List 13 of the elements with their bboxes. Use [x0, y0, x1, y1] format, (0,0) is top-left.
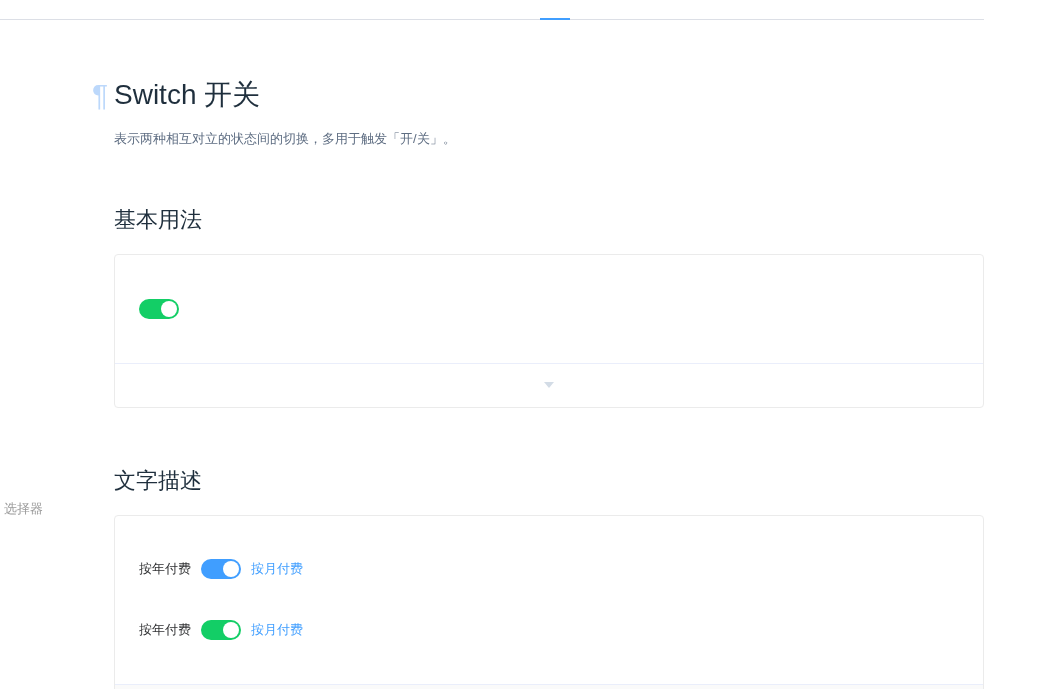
switch-label: 按年付费 [139, 560, 191, 579]
sidebar-item[interactable]: 选择器 [0, 499, 114, 519]
caret-down-icon [544, 382, 554, 388]
switch-label: 按月付费 [251, 560, 303, 579]
switch-label: 按月付费 [251, 621, 303, 640]
section-title: 基本用法 [114, 205, 203, 234]
toggle-switch[interactable] [201, 559, 241, 579]
toggle-switch[interactable] [139, 298, 179, 319]
switch-label: 按年付费 [139, 621, 191, 640]
section-title: 文字描述 [114, 466, 203, 495]
toggle-switch[interactable] [201, 620, 241, 640]
page-title: Switch 开关 [114, 77, 261, 112]
page-description: 表示两种相互对立的状态间的切换，多用于触发「开/关」。 [114, 130, 457, 148]
